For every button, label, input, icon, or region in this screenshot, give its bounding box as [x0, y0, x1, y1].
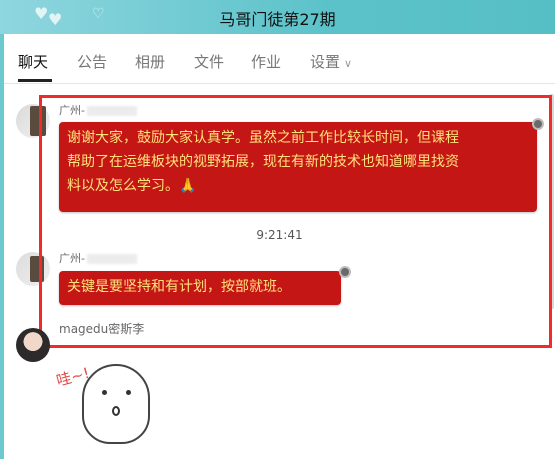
chat-panel: 聊天 公告 相册 文件 作业 设置 ∨ 广州- 谢谢大家，鼓励大家认真学。虽然之前… [4, 34, 555, 459]
tab-album[interactable]: 相册 [135, 51, 165, 72]
tab-settings[interactable]: 设置 ∨ [310, 51, 352, 72]
window-title: 马哥门徒第27期 [219, 10, 336, 29]
tab-chat[interactable]: 聊天 [18, 51, 48, 72]
chevron-down-icon: ∨ [344, 57, 353, 70]
bear-icon [82, 364, 150, 444]
sender-name: magedu密斯李 [59, 322, 145, 336]
title-bar: ♥ ♥ ♡ 马哥门徒第27期 [0, 0, 555, 34]
active-tab-indicator [18, 79, 52, 82]
tab-homework[interactable]: 作业 [251, 51, 281, 72]
tab-announcement[interactable]: 公告 [77, 51, 107, 72]
highlight-box [39, 95, 552, 348]
tab-files[interactable]: 文件 [194, 51, 224, 72]
avatar[interactable] [16, 328, 50, 362]
bear-sticker[interactable]: 哇~! [54, 354, 166, 454]
tab-bar: 聊天 公告 相册 文件 作业 设置 ∨ [4, 34, 555, 84]
tab-settings-label: 设置 [310, 53, 341, 71]
